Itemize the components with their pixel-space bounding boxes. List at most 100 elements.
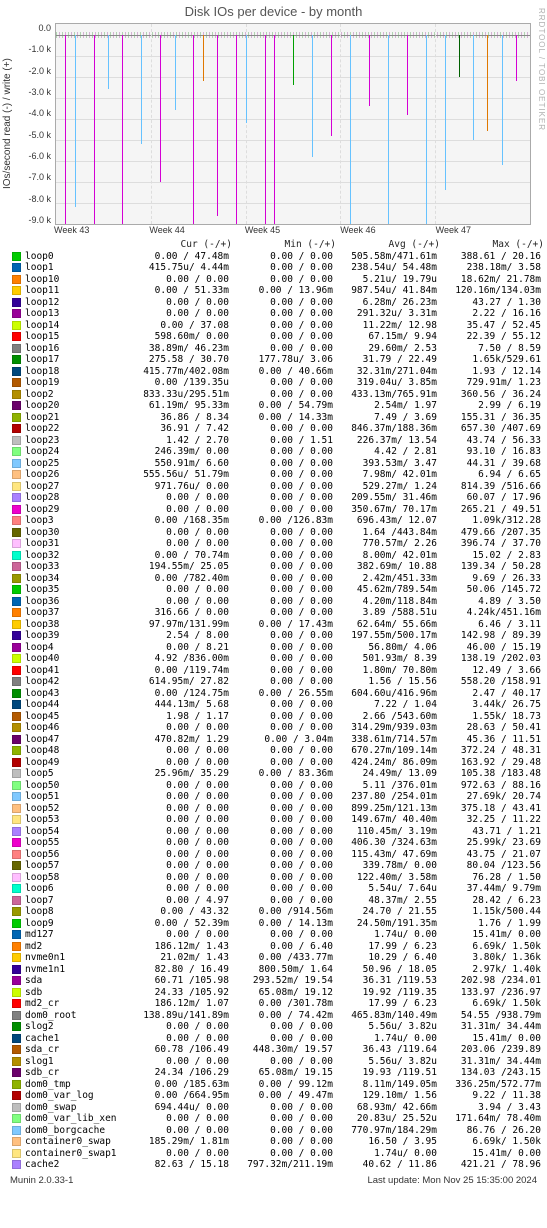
series-swatch <box>12 1080 21 1089</box>
series-cur: 138.89u/141.89m <box>125 1010 229 1022</box>
series-name: loop35 <box>25 584 125 596</box>
series-cur: 0.00 /119.74m <box>125 665 229 677</box>
series-swatch <box>12 275 21 284</box>
series-swatch <box>12 792 21 801</box>
legend-row: loop404.92 /836.00m0.00 / 0.00501.93m/ 8… <box>12 653 539 665</box>
series-avg: 846.37m/188.36m <box>333 423 437 435</box>
series-cur: 0.00 / 70.74m <box>125 550 229 562</box>
legend-row: loop90.00 / 52.39m0.00 / 14.13m24.50m/19… <box>12 918 539 930</box>
series-name: loop16 <box>25 343 125 355</box>
series-avg: 382.69m/ 10.88 <box>333 561 437 573</box>
series-avg: 393.53m/ 3.47 <box>333 458 437 470</box>
series-min: 0.00 / 49.47m <box>229 1090 333 1102</box>
series-min: 65.08m/ 19.12 <box>229 987 333 999</box>
series-min: 0.00 / 0.00 <box>229 584 333 596</box>
series-name: loop41 <box>25 665 125 677</box>
series-max: 3.94 / 3.43 <box>437 1102 541 1114</box>
legend-row: loop480.00 / 0.000.00 / 0.00670.27m/109.… <box>12 745 539 757</box>
series-max: 163.92 / 29.48 <box>437 757 541 769</box>
y-tick: -1.0 k <box>28 44 51 54</box>
y-tick: -7.0 k <box>28 172 51 182</box>
series-name: loop42 <box>25 676 125 688</box>
data-spike <box>160 35 161 182</box>
series-min: 0.00 / 0.00 <box>229 895 333 907</box>
series-name: loop56 <box>25 849 125 861</box>
series-avg: 1.80m/ 70.80m <box>333 665 437 677</box>
series-avg: 7.22 / 1.04 <box>333 699 437 711</box>
series-avg: 24.49m/ 13.09 <box>333 768 437 780</box>
legend-row: loop24246.39m/ 0.000.00 / 0.004.42 / 2.8… <box>12 446 539 458</box>
series-swatch <box>12 850 21 859</box>
series-swatch <box>12 436 21 445</box>
data-spike <box>122 35 123 224</box>
series-min: 0.00 / 0.00 <box>229 780 333 792</box>
series-min: 0.00 /126.83m <box>229 515 333 527</box>
series-name: dom0_var_lib_xen <box>25 1113 125 1125</box>
legend-row: loop00.00 / 47.48m0.00 / 0.00505.58m/471… <box>12 251 539 263</box>
series-avg: 115.43m/ 47.69m <box>333 849 437 861</box>
x-tick: Week 44 <box>149 225 244 235</box>
legend-row: slog20.00 / 0.000.00 / 0.005.56u/ 3.82u3… <box>12 1021 539 1033</box>
series-max: 43.71 / 1.21 <box>437 826 541 838</box>
series-name: cache1 <box>25 1033 125 1045</box>
series-min: 0.00 / 0.00 <box>229 665 333 677</box>
legend-row: loop300.00 / 0.000.00 / 0.001.64 /443.84… <box>12 527 539 539</box>
series-max: 32.25 / 11.22 <box>437 814 541 826</box>
legend-row: loop100.00 / 0.000.00 / 0.005.21u/ 19.79… <box>12 274 539 286</box>
series-avg: 1.74u/ 0.00 <box>333 929 437 941</box>
series-avg: 238.54u/ 54.48m <box>333 262 437 274</box>
series-cur: 0.00 / 8.21 <box>125 642 229 654</box>
series-swatch <box>12 574 21 583</box>
series-min: 0.00 / 0.00 <box>229 699 333 711</box>
series-avg: 338.61m/714.57m <box>333 734 437 746</box>
legend-row: loop110.00 / 51.33m0.00 / 13.96m987.54u/… <box>12 285 539 297</box>
data-spike <box>108 35 109 90</box>
series-swatch <box>12 631 21 640</box>
series-min: 0.00 / 13.96m <box>229 285 333 297</box>
series-swatch <box>12 1114 21 1123</box>
series-cur: 38.89m/ 46.23m <box>125 343 229 355</box>
legend-row: nvme1n182.80 / 16.49800.50m/ 1.6450.96 /… <box>12 964 539 976</box>
series-cur: 186.12m/ 1.43 <box>125 941 229 953</box>
series-cur: 0.00 / 0.00 <box>125 504 229 516</box>
series-swatch <box>12 643 21 652</box>
series-avg: 122.40m/ 3.58m <box>333 872 437 884</box>
series-swatch <box>12 1160 21 1169</box>
series-swatch <box>12 953 21 962</box>
series-name: slog1 <box>25 1056 125 1068</box>
series-name: loop3 <box>25 515 125 527</box>
series-max: 421.21 / 78.96 <box>437 1159 541 1171</box>
series-swatch <box>12 1068 21 1077</box>
series-swatch <box>12 413 21 422</box>
series-max: 4.24k/451.16m <box>437 607 541 619</box>
series-name: loop10 <box>25 274 125 286</box>
series-swatch <box>12 528 21 537</box>
series-max: 202.98 /234.01 <box>437 975 541 987</box>
series-avg: 36.43 /119.64 <box>333 1044 437 1056</box>
data-spike <box>193 35 194 224</box>
series-swatch <box>12 620 21 629</box>
legend-row: loop140.00 / 37.080.00 / 0.0011.22m/ 12.… <box>12 320 539 332</box>
series-cur: 0.00 / 0.00 <box>125 1125 229 1137</box>
series-swatch <box>12 1057 21 1066</box>
series-name: loop36 <box>25 596 125 608</box>
series-name: nvme1n1 <box>25 964 125 976</box>
series-avg: 350.67m/ 70.17m <box>333 504 437 516</box>
series-avg: 20.83u/ 25.52u <box>333 1113 437 1125</box>
series-min: 0.00 / 1.51 <box>229 435 333 447</box>
series-avg: 48.37m/ 2.55 <box>333 895 437 907</box>
series-max: 37.44m/ 9.79m <box>437 883 541 895</box>
series-avg: 11.22m/ 12.98 <box>333 320 437 332</box>
series-min: 0.00 / 0.00 <box>229 1033 333 1045</box>
legend-row: loop490.00 / 0.000.00 / 0.00424.24m/ 86.… <box>12 757 539 769</box>
series-min: 0.00 / 0.00 <box>229 481 333 493</box>
series-swatch <box>12 1045 21 1054</box>
series-avg: 6.28m/ 26.23m <box>333 297 437 309</box>
series-min: 0.00 / 0.00 <box>229 504 333 516</box>
series-cur: 1.42 / 2.70 <box>125 435 229 447</box>
series-cur: 550.91m/ 6.60 <box>125 458 229 470</box>
series-swatch <box>12 999 21 1008</box>
y-tick: -6.0 k <box>28 151 51 161</box>
series-cur: 0.00 / 0.00 <box>125 538 229 550</box>
series-avg: 314.29m/939.03m <box>333 722 437 734</box>
